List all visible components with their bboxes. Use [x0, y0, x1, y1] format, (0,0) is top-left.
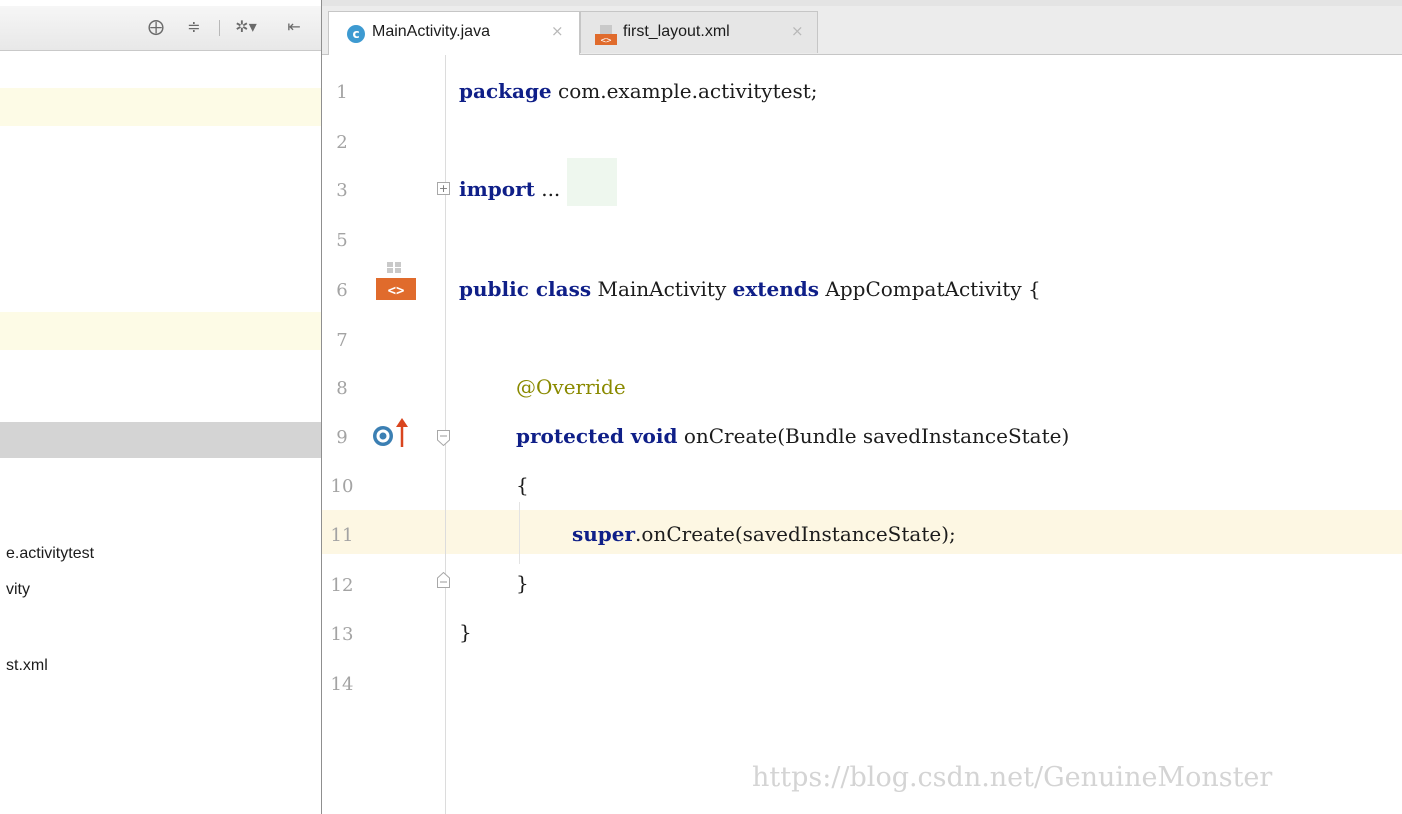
- line-number: 6: [336, 280, 348, 301]
- code-line-13[interactable]: }: [459, 620, 472, 644]
- folded-imports[interactable]: ...: [535, 177, 560, 201]
- code-line-9[interactable]: protected void onCreate(Bundle savedInst…: [516, 424, 1069, 448]
- keyword: public class: [459, 277, 592, 301]
- close-icon[interactable]: ×: [551, 22, 564, 40]
- line-number: 7: [336, 330, 348, 351]
- keyword: protected void: [516, 424, 678, 448]
- tab-label: MainActivity.java: [372, 23, 490, 40]
- collapse-icon[interactable]: ≑: [184, 17, 204, 37]
- line-number: 8: [336, 378, 348, 399]
- project-toolbar: ⨁ ≑ ✲▾ ⇤: [0, 6, 321, 51]
- hide-icon[interactable]: ⇤: [284, 17, 304, 37]
- keyword: extends: [732, 277, 820, 301]
- editor-tab-bar: c MainActivity.java × <> first_layout.xm…: [322, 6, 1402, 55]
- code-line-6[interactable]: public class MainActivity extends AppCom…: [459, 277, 1041, 301]
- code-text: AppCompatActivity {: [819, 277, 1041, 301]
- tab-main-activity[interactable]: c MainActivity.java ×: [328, 11, 580, 55]
- keyword: import: [459, 177, 535, 201]
- tree-item-manifest[interactable]: st.xml: [6, 654, 48, 678]
- selected-tree-row[interactable]: [0, 422, 321, 458]
- java-class-icon: c: [347, 25, 365, 43]
- line-number: 11: [330, 525, 354, 546]
- gear-icon[interactable]: ✲▾: [232, 17, 260, 37]
- code-line-3[interactable]: import ...: [459, 177, 560, 201]
- highlighted-tree-row[interactable]: [0, 88, 321, 126]
- line-number: 12: [330, 575, 354, 596]
- keyword: package: [459, 79, 552, 103]
- code-line-12[interactable]: }: [516, 571, 529, 595]
- indent-guide: [519, 502, 520, 564]
- close-icon[interactable]: ×: [791, 22, 804, 40]
- line-number: 5: [336, 230, 348, 251]
- fold-end-icon[interactable]: [437, 572, 450, 588]
- folded-region-highlight: [567, 158, 617, 206]
- code-line-8[interactable]: @Override: [516, 375, 626, 399]
- tab-first-layout[interactable]: <> first_layout.xml ×: [580, 11, 818, 53]
- target-icon[interactable]: ⨁: [146, 17, 166, 37]
- toolbar-divider: [219, 20, 220, 36]
- line-number: 10: [330, 476, 354, 497]
- code-text: .onCreate(savedInstanceState);: [635, 522, 956, 546]
- svg-text:<>: <>: [601, 36, 612, 45]
- tab-label: first_layout.xml: [623, 23, 730, 40]
- code-text: com.example.activitytest;: [551, 79, 818, 103]
- line-number: 9: [336, 427, 348, 448]
- highlighted-tree-row[interactable]: [0, 312, 321, 350]
- line-number: 2: [336, 132, 348, 153]
- code-line-11[interactable]: super.onCreate(savedInstanceState);: [572, 522, 956, 546]
- svg-text:<>: <>: [388, 283, 405, 299]
- expand-fold-icon[interactable]: +: [437, 182, 450, 195]
- override-method-icon[interactable]: [371, 417, 411, 449]
- code-text: onCreate(Bundle savedInstanceState): [677, 424, 1070, 448]
- fold-start-icon[interactable]: [437, 430, 450, 446]
- code-text: MainActivity: [591, 277, 733, 301]
- line-number: 1: [336, 82, 348, 103]
- line-number: 14: [330, 674, 354, 695]
- tree-item-package[interactable]: e.activitytest: [6, 542, 94, 566]
- code-line-1[interactable]: package com.example.activitytest;: [459, 79, 817, 103]
- keyword: super: [572, 522, 636, 546]
- tree-item-activity[interactable]: vity: [6, 578, 30, 602]
- xml-file-icon: <>: [595, 25, 617, 45]
- watermark: https://blog.csdn.net/GenuineMonster: [752, 762, 1273, 793]
- project-panel: ⨁ ≑ ✲▾ ⇤ e.activitytest vity st.xml: [0, 0, 321, 814]
- line-number: 3: [336, 180, 348, 201]
- line-number: 13: [330, 624, 354, 645]
- layout-file-icon[interactable]: <>: [375, 262, 417, 302]
- code-line-10[interactable]: {: [516, 473, 529, 497]
